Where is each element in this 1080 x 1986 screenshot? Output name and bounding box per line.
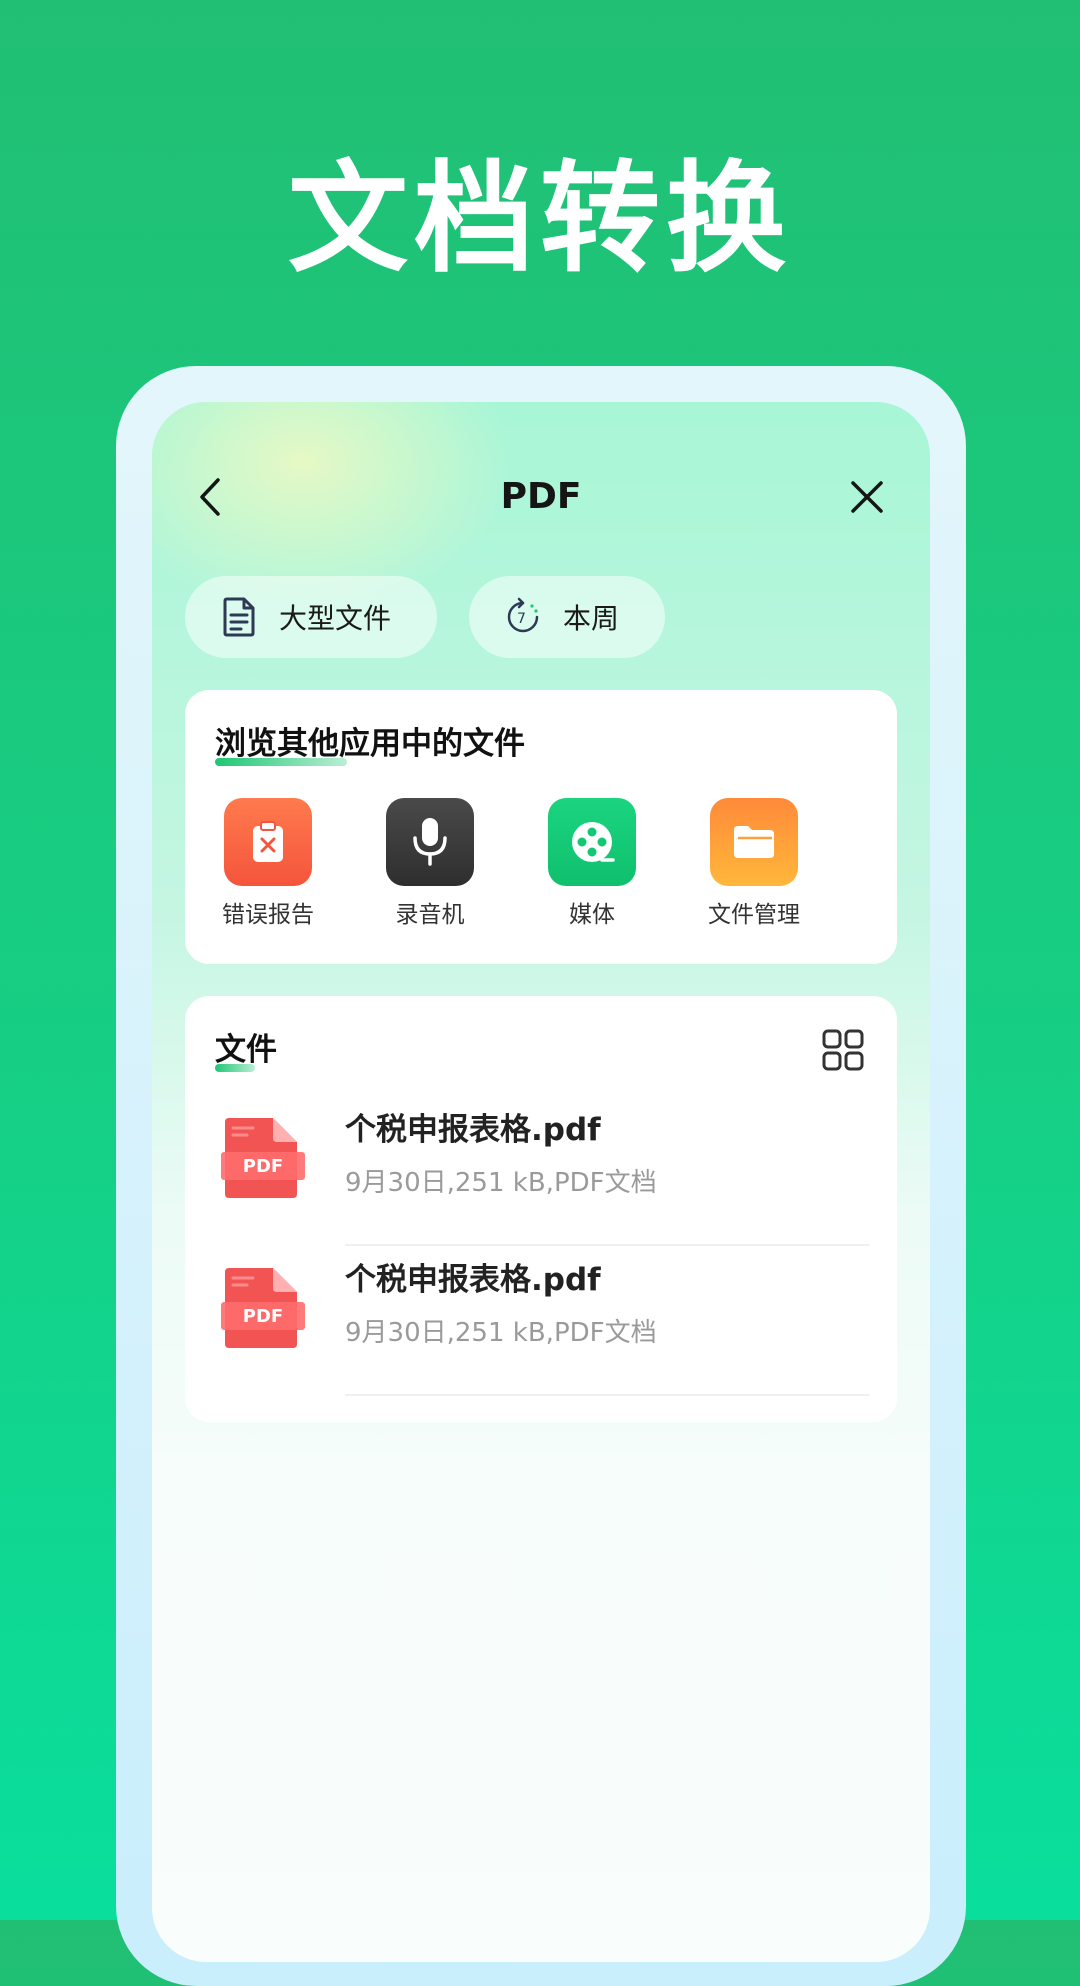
browse-title: 浏览其他应用中的文件 <box>215 726 525 762</box>
file-meta: 9月30日,251 kB,PDF文档 <box>345 1318 657 1348</box>
grid-view-button[interactable] <box>821 1028 865 1072</box>
browse-apps-card: 浏览其他应用中的文件 错误报告 录音机 媒体 文件管理 <box>185 690 897 964</box>
app-label: 文件管理 <box>708 902 800 928</box>
files-card: 文件 PDF 个税申报表格.pdf 9月30日,251 kB,PDF文档 PDF… <box>185 996 897 1422</box>
grid-view-icon <box>822 1029 864 1071</box>
file-list-item[interactable]: PDF 个税申报表格.pdf 9月30日,251 kB,PDF文档 <box>185 1096 897 1246</box>
pdf-badge: PDF <box>243 1156 283 1177</box>
hero-title: 文档转换 <box>288 150 792 289</box>
filter-chip-label: 大型文件 <box>279 602 392 635</box>
close-button[interactable] <box>842 472 892 522</box>
app-screen: PDF 大型文件 7 本周 浏览其他应用中的文件 错误报告 录音机 媒体 文件管… <box>152 402 930 1962</box>
svg-text:7: 7 <box>517 611 526 627</box>
chevron-left-icon <box>200 478 220 516</box>
pdf-file-icon: PDF <box>221 1118 305 1198</box>
filter-chip-large-files[interactable]: 大型文件 <box>185 576 437 658</box>
microphone-icon <box>386 798 474 886</box>
app-recorder[interactable]: 录音机 <box>360 798 500 930</box>
filter-chip-this-week[interactable]: 7 本周 <box>469 576 665 658</box>
pdf-file-icon: PDF <box>221 1268 305 1348</box>
file-name: 个税申报表格.pdf <box>345 1112 601 1148</box>
film-reel-icon <box>548 798 636 886</box>
screen-title: PDF <box>500 476 582 517</box>
file-name: 个税申报表格.pdf <box>345 1262 601 1298</box>
clipboard-x-icon <box>224 798 312 886</box>
file-list-item[interactable]: PDF 个税申报表格.pdf 9月30日,251 kB,PDF文档 <box>185 1246 897 1396</box>
close-icon <box>851 481 883 513</box>
back-button[interactable] <box>188 472 238 522</box>
file-meta: 9月30日,251 kB,PDF文档 <box>345 1168 657 1198</box>
app-error-report[interactable]: 错误报告 <box>198 798 338 930</box>
folder-icon <box>710 798 798 886</box>
app-label: 错误报告 <box>222 902 314 928</box>
top-bar: PDF <box>152 452 930 542</box>
app-label: 录音机 <box>395 902 465 928</box>
divider <box>345 1394 869 1396</box>
app-label: 媒体 <box>569 902 615 928</box>
pdf-badge: PDF <box>243 1306 283 1327</box>
files-title: 文件 <box>215 1032 277 1068</box>
filter-chip-label: 本周 <box>563 602 620 635</box>
document-icon <box>223 597 255 637</box>
app-file-manager[interactable]: 文件管理 <box>684 798 824 930</box>
app-media[interactable]: 媒体 <box>522 798 662 930</box>
calendar-7-icon: 7 <box>507 597 539 633</box>
